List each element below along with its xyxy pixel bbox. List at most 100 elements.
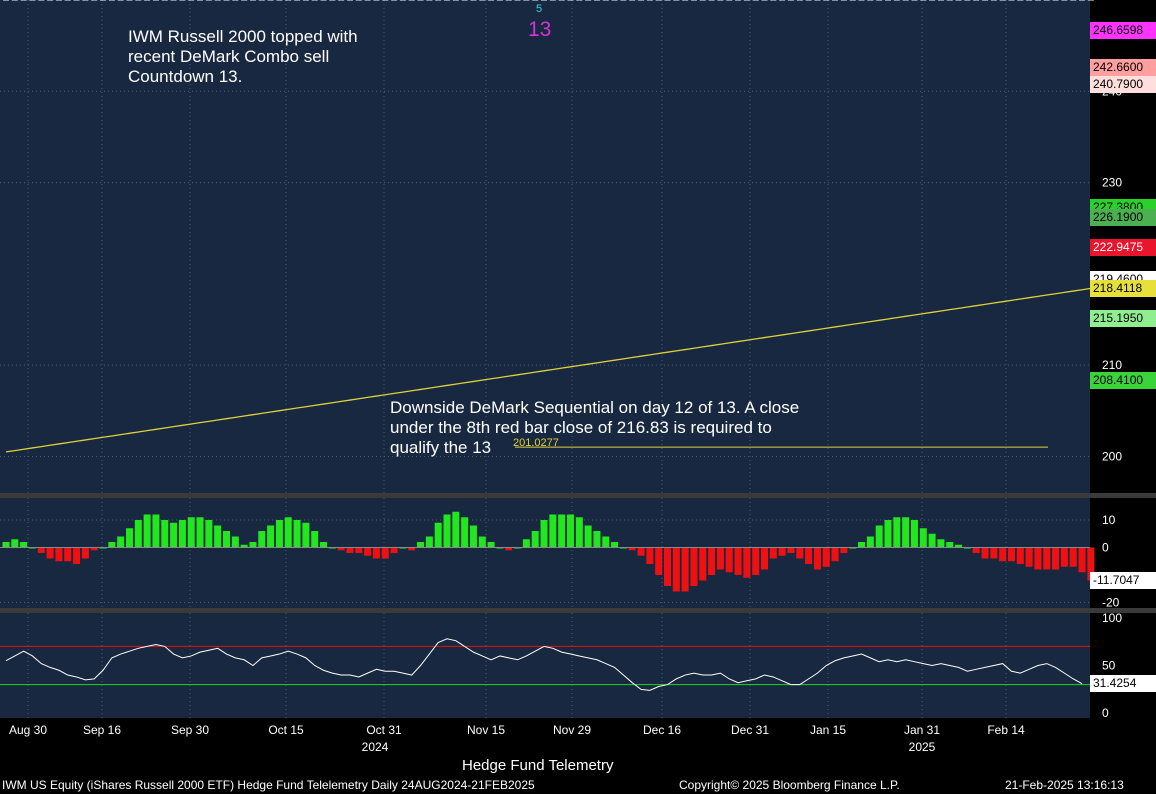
histogram-bar xyxy=(937,539,945,548)
histogram-bar xyxy=(593,531,601,548)
histogram-bar xyxy=(214,525,222,548)
histogram-panel-bg xyxy=(0,498,1090,608)
price-tag-8: 215.1950 xyxy=(1090,309,1156,327)
histogram-bar xyxy=(681,547,689,592)
rsi-panel-bg xyxy=(0,613,1090,718)
xtick-label-6: Nov 29 xyxy=(553,723,591,737)
histogram-bar xyxy=(884,520,892,548)
histogram-bar xyxy=(275,520,283,548)
histogram-bar xyxy=(125,528,133,548)
histogram-bar xyxy=(1007,547,1015,562)
histogram-bar xyxy=(716,547,724,570)
xtick-year-1: 2025 xyxy=(909,740,936,754)
annotation-bottom: Downside DeMark Sequential on day 12 of … xyxy=(390,398,800,457)
histogram-bar xyxy=(531,531,539,548)
histogram-bar xyxy=(664,547,671,586)
price-tag-1: 242.6600 xyxy=(1090,59,1156,76)
histogram-bar xyxy=(1078,547,1086,573)
chart-canvas: 200210230240100-20100500201.0277513Aug 3… xyxy=(0,0,1156,754)
histogram-bar xyxy=(910,520,918,548)
histogram-bar xyxy=(355,547,363,553)
rsi-ytick-2: 0 xyxy=(1102,706,1109,720)
demark-top-13: 13 xyxy=(528,18,551,41)
histogram-bar xyxy=(81,547,89,559)
histogram-bar xyxy=(558,514,566,548)
histogram-bar xyxy=(1016,547,1024,564)
rsi-ytick-1: 50 xyxy=(1102,659,1116,673)
histogram-bar xyxy=(11,539,19,548)
histogram-bar xyxy=(831,547,839,562)
histogram-bar xyxy=(637,547,645,556)
histogram-bar xyxy=(55,547,63,562)
histogram-bar xyxy=(875,525,883,548)
histogram-bar xyxy=(258,531,266,548)
histogram-bar xyxy=(196,517,204,548)
histogram-bar xyxy=(443,514,451,548)
histogram-bar xyxy=(178,520,186,548)
histogram-bar xyxy=(161,520,169,548)
histogram-bar xyxy=(143,514,151,548)
footer-center: Copyright© 2025 Bloomberg Finance L.P. xyxy=(679,778,900,792)
hist-ytick-1: 0 xyxy=(1102,541,1109,555)
histogram-bar xyxy=(170,522,178,548)
price-tag-9: 208.4100 xyxy=(1090,371,1156,389)
histogram-bar xyxy=(549,514,557,548)
histogram-bar xyxy=(108,542,116,548)
histogram-bar xyxy=(434,522,442,548)
histogram-bar xyxy=(117,536,125,548)
histogram-bar xyxy=(769,547,777,559)
histogram-bar xyxy=(372,547,380,559)
histogram-bar xyxy=(37,547,45,553)
histogram-bar xyxy=(752,547,760,575)
price-tag-7: 218.4118 xyxy=(1090,280,1156,298)
price-ytick-1: 210 xyxy=(1102,358,1122,372)
histogram-bar xyxy=(223,531,230,548)
histogram-bar xyxy=(364,547,372,556)
histogram-bar xyxy=(2,542,10,548)
xtick-label-8: Dec 31 xyxy=(731,723,769,737)
demark-top-5: 5 xyxy=(536,3,542,15)
histogram-bar xyxy=(690,547,698,586)
histogram-bar xyxy=(840,547,848,553)
panel-last-tag-1: 31.4254 xyxy=(1090,675,1156,693)
histogram-bar xyxy=(20,542,28,548)
xtick-label-5: Nov 15 xyxy=(467,723,505,737)
histogram-bar xyxy=(381,547,389,559)
histogram-bar xyxy=(1034,547,1042,570)
histogram-bar xyxy=(284,517,292,548)
hist-ytick-0: 10 xyxy=(1102,513,1116,527)
histogram-bar xyxy=(972,547,980,553)
histogram-bar xyxy=(805,547,813,564)
xtick-label-9: Jan 15 xyxy=(810,723,846,737)
histogram-bar xyxy=(461,517,469,548)
histogram-bar xyxy=(602,536,610,548)
histogram-bar xyxy=(902,517,910,548)
xtick-label-11: Feb 14 xyxy=(987,723,1025,737)
histogram-bar xyxy=(134,520,142,548)
histogram-bar xyxy=(761,547,769,570)
histogram-bar xyxy=(893,517,901,548)
histogram-bar xyxy=(302,522,310,548)
histogram-bar xyxy=(469,525,477,548)
histogram-bar xyxy=(672,547,680,592)
histogram-bar xyxy=(346,547,354,553)
histogram-bar xyxy=(311,531,319,548)
histogram-bar xyxy=(946,542,954,548)
histogram-bar xyxy=(866,536,874,548)
histogram-bar xyxy=(293,520,301,548)
histogram-bar xyxy=(708,547,716,575)
histogram-bar xyxy=(655,547,663,575)
xtick-label-2: Sep 30 xyxy=(171,723,209,737)
panel-last-tag-0: -11.7047 xyxy=(1090,571,1156,589)
pane-divider-1 xyxy=(0,493,1156,498)
histogram-bar xyxy=(231,536,239,548)
histogram-bar xyxy=(64,547,72,562)
xtick-label-1: Sep 16 xyxy=(83,723,121,737)
histogram-bar xyxy=(487,542,495,548)
histogram-bar xyxy=(796,547,804,559)
histogram-bar xyxy=(822,547,830,567)
histogram-bar xyxy=(187,517,195,548)
histogram-bar xyxy=(46,547,54,559)
histogram-bar xyxy=(919,528,927,548)
histogram-bar xyxy=(813,547,821,570)
